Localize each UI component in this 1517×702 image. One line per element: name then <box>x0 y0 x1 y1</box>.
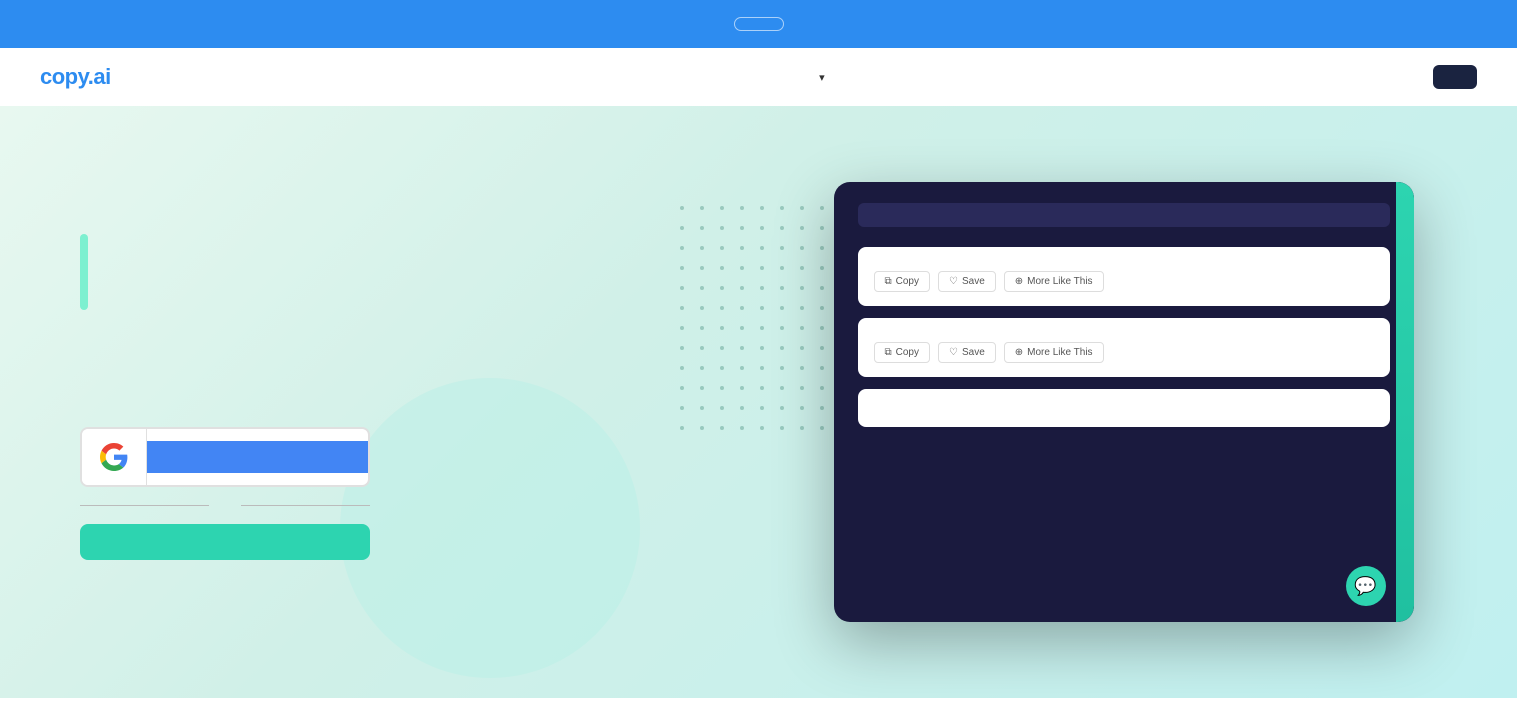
google-icon <box>100 443 128 471</box>
google-icon-wrap <box>82 429 147 485</box>
copy-card-2: ⧉ Copy ♡ Save ⊕ More Like This <box>858 318 1390 377</box>
divider-right-line <box>241 505 370 506</box>
email-signup-button[interactable] <box>80 524 370 560</box>
more-icon-2: ⊕ <box>1015 347 1023 358</box>
google-signup-label <box>147 441 368 473</box>
copy-card-2-actions: ⧉ Copy ♡ Save ⊕ More Like This <box>874 342 1374 363</box>
copy-card-3 <box>858 389 1390 427</box>
hero-title <box>80 166 700 309</box>
main-content: const dotGrid = document.querySelector('… <box>0 106 1517 698</box>
copy-icon-2: ⧉ <box>885 347 892 358</box>
more-like-this-button-2[interactable]: ⊕ More Like This <box>1004 342 1104 363</box>
chat-icon: 💬 <box>1354 576 1376 597</box>
copy-card-1: ⧉ Copy ♡ Save ⊕ More Like This <box>858 247 1390 306</box>
banner-link[interactable] <box>734 17 784 31</box>
save-button-1[interactable]: ♡ Save <box>938 271 996 292</box>
heart-icon-2: ♡ <box>949 347 958 358</box>
copy-button-1[interactable]: ⧉ Copy <box>874 271 931 292</box>
heart-icon: ♡ <box>949 276 958 287</box>
get-started-button[interactable] <box>1433 65 1477 89</box>
nav-right <box>1409 65 1477 89</box>
more-icon: ⊕ <box>1015 276 1023 287</box>
copy-button-2[interactable]: ⧉ Copy <box>874 342 931 363</box>
navbar: copy.ai ▾ <box>0 48 1517 106</box>
right-section: ⧉ Copy ♡ Save ⊕ More Like This <box>760 106 1517 698</box>
logo-suffix: ai <box>93 64 110 89</box>
logo[interactable]: copy.ai <box>40 64 111 90</box>
nav-item-resources[interactable]: ▾ <box>815 71 825 84</box>
more-like-this-button-1[interactable]: ⊕ More Like This <box>1004 271 1104 292</box>
copy-icon: ⧉ <box>885 276 892 287</box>
left-section <box>0 106 760 698</box>
product-screenshot: ⧉ Copy ♡ Save ⊕ More Like This <box>834 182 1414 622</box>
hero-title-line2 <box>80 234 88 310</box>
logo-text: copy <box>40 64 88 89</box>
divider <box>80 505 370 506</box>
google-signup-button[interactable] <box>80 427 370 487</box>
nav-links: ▾ <box>695 71 825 84</box>
top-banner <box>0 0 1517 48</box>
save-button-2[interactable]: ♡ Save <box>938 342 996 363</box>
create-copy-button[interactable] <box>858 203 1390 227</box>
copy-card-1-actions: ⧉ Copy ♡ Save ⊕ More Like This <box>874 271 1374 292</box>
divider-left-line <box>80 505 209 506</box>
chat-bubble[interactable]: 💬 <box>1346 566 1386 606</box>
hero-description <box>80 341 700 395</box>
chevron-down-icon: ▾ <box>819 71 825 84</box>
